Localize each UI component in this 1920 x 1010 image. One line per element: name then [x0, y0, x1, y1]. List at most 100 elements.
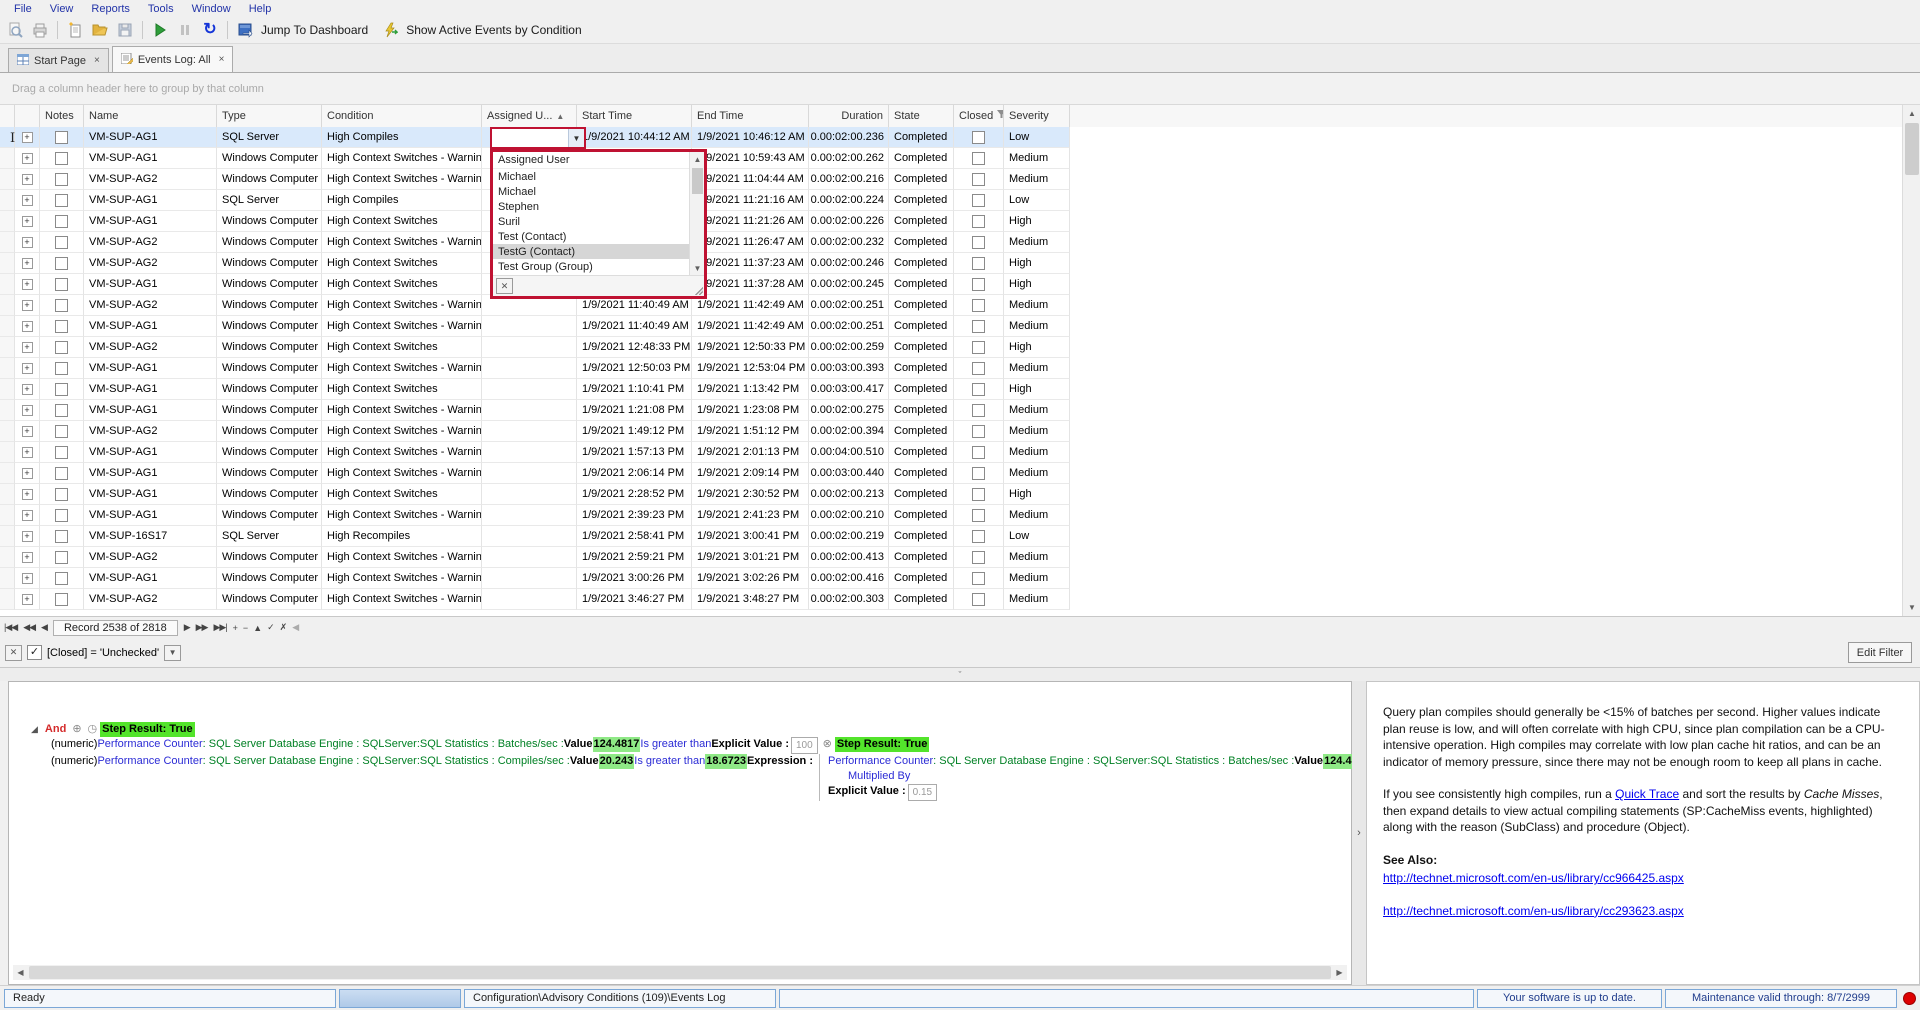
pause-icon[interactable] [174, 19, 196, 41]
expand-row-icon[interactable]: + [22, 237, 33, 248]
expand-row-icon[interactable]: + [22, 405, 33, 416]
closed-checkbox[interactable] [972, 509, 985, 522]
tab-start-page[interactable]: Start Page× [8, 48, 109, 72]
new-file-icon[interactable] [64, 19, 86, 41]
refresh-icon[interactable]: ↻ [199, 19, 221, 41]
next-record-button[interactable]: ▶ [184, 622, 190, 633]
column-header-Duration[interactable]: Duration [809, 105, 889, 127]
dropdown-item[interactable]: Michael [493, 169, 704, 184]
expand-row-icon[interactable]: + [22, 552, 33, 563]
expand-row-icon[interactable]: + [22, 468, 33, 479]
scroll-down-icon[interactable]: ▼ [690, 261, 705, 275]
expand-row-icon[interactable]: + [22, 363, 33, 374]
column-header-State[interactable]: State [889, 105, 954, 127]
edit-filter-button[interactable]: Edit Filter [1848, 642, 1912, 663]
menu-tools[interactable]: Tools [140, 2, 182, 16]
closed-checkbox[interactable] [972, 551, 985, 564]
technet-link-1[interactable]: http://technet.microsoft.com/en-us/libra… [1383, 871, 1684, 885]
close-filter-button[interactable]: ✕ [5, 645, 22, 661]
resize-grip[interactable] [694, 286, 703, 295]
closed-checkbox[interactable] [972, 257, 985, 270]
notes-checkbox[interactable] [55, 299, 68, 312]
table-row[interactable]: +VM-SUP-AG2Windows ComputerHigh Context … [0, 232, 1902, 253]
explicit-value-input[interactable]: 0.15 [908, 784, 937, 801]
menu-file[interactable]: File [6, 2, 40, 16]
expand-row-icon[interactable]: + [22, 132, 33, 143]
column-header-Assigned U...[interactable]: Assigned U...▲ [482, 105, 577, 127]
expand-row-icon[interactable]: + [22, 174, 33, 185]
next-page-button[interactable]: ▶▶ [196, 622, 208, 633]
active-events-lightning-icon[interactable] [379, 19, 401, 41]
close-icon[interactable]: × [219, 54, 225, 65]
table-row[interactable]: +VM-SUP-AG2Windows ComputerHigh Context … [0, 253, 1902, 274]
notes-checkbox[interactable] [55, 404, 68, 417]
notes-checkbox[interactable] [55, 383, 68, 396]
column-header-End Time[interactable]: End Time [692, 105, 809, 127]
play-icon[interactable] [149, 19, 171, 41]
dropdown-item[interactable]: Test (Contact) [493, 229, 704, 244]
scroll-up-icon[interactable]: ▲ [690, 152, 705, 166]
table-row[interactable]: +VM-SUP-AG1Windows ComputerHigh Context … [0, 316, 1902, 337]
table-row[interactable]: +VM-SUP-AG2Windows ComputerHigh Context … [0, 589, 1902, 610]
notes-checkbox[interactable] [55, 341, 68, 354]
closed-checkbox[interactable] [972, 383, 985, 396]
table-row[interactable]: +VM-SUP-AG1Windows ComputerHigh Context … [0, 148, 1902, 169]
table-row[interactable]: +VM-SUP-AG2Windows ComputerHigh Context … [0, 547, 1902, 568]
table-row[interactable]: +VM-SUP-AG1Windows ComputerHigh Context … [0, 442, 1902, 463]
closed-checkbox[interactable] [972, 299, 985, 312]
notes-checkbox[interactable] [55, 257, 68, 270]
menu-window[interactable]: Window [184, 2, 239, 16]
column-header-Closed[interactable]: Closed [954, 105, 1004, 127]
table-row[interactable]: +VM-SUP-AG2Windows ComputerHigh Context … [0, 295, 1902, 316]
cancel-edit-button[interactable]: ✗ [280, 622, 287, 633]
notes-checkbox[interactable] [55, 173, 68, 186]
column-header-Condition[interactable]: Condition [322, 105, 482, 127]
closed-checkbox[interactable] [972, 215, 985, 228]
dropdown-item[interactable]: Suril [493, 214, 704, 229]
condition-horizontal-scrollbar[interactable]: ◀ ▶ [13, 965, 1347, 980]
expand-row-icon[interactable]: + [22, 594, 33, 605]
closed-checkbox[interactable] [972, 488, 985, 501]
table-row[interactable]: +VM-SUP-AG1Windows ComputerHigh Context … [0, 484, 1902, 505]
scroll-right-icon[interactable]: ▶ [1332, 965, 1347, 980]
table-row[interactable]: +VM-SUP-AG1SQL ServerHigh Compiles1/9/20… [0, 190, 1902, 211]
expand-row-icon[interactable]: + [22, 489, 33, 500]
notes-checkbox[interactable] [55, 446, 68, 459]
column-header-indicator[interactable] [0, 105, 15, 127]
table-row[interactable]: +VM-SUP-AG1SQL ServerHigh Compiles1/9/20… [0, 127, 1902, 148]
prev-page-button[interactable]: ◀◀ [23, 622, 35, 633]
horizontal-splitter[interactable]: ˇ [0, 668, 1920, 681]
notes-checkbox[interactable] [55, 488, 68, 501]
dropdown-scrollbar[interactable]: ▲ ▼ [689, 152, 704, 275]
column-header-Type[interactable]: Type [217, 105, 322, 127]
column-header-Start Time[interactable]: Start Time [577, 105, 692, 127]
clear-selection-button[interactable]: ✕ [496, 278, 513, 294]
grid-vertical-scrollbar[interactable]: ▲ ▼ [1902, 105, 1920, 616]
expand-row-icon[interactable]: + [22, 510, 33, 521]
notes-checkbox[interactable] [55, 278, 68, 291]
notes-checkbox[interactable] [55, 467, 68, 480]
notes-checkbox[interactable] [55, 194, 68, 207]
closed-checkbox[interactable] [972, 341, 985, 354]
closed-checkbox[interactable] [972, 152, 985, 165]
scroll-left-icon[interactable]: ◀ [13, 965, 28, 980]
notes-checkbox[interactable] [55, 152, 68, 165]
closed-checkbox[interactable] [972, 278, 985, 291]
scroll-thumb[interactable] [1905, 123, 1919, 175]
table-row[interactable]: +VM-SUP-AG1Windows ComputerHigh Context … [0, 400, 1902, 421]
table-row[interactable]: +VM-SUP-AG2Windows ComputerHigh Context … [0, 169, 1902, 190]
append-button[interactable]: + [233, 623, 237, 633]
notes-checkbox[interactable] [55, 509, 68, 522]
notes-checkbox[interactable] [55, 320, 68, 333]
table-row[interactable]: +VM-SUP-AG2Windows ComputerHigh Context … [0, 337, 1902, 358]
notes-checkbox[interactable] [55, 215, 68, 228]
closed-checkbox[interactable] [972, 572, 985, 585]
jump-to-dashboard-icon[interactable] [234, 19, 256, 41]
jump-to-dashboard-label[interactable]: Jump To Dashboard [261, 23, 368, 37]
print-preview-icon[interactable] [4, 19, 26, 41]
expand-row-icon[interactable]: + [22, 321, 33, 332]
table-row[interactable]: +VM-SUP-AG1Windows ComputerHigh Context … [0, 379, 1902, 400]
closed-checkbox[interactable] [972, 173, 985, 186]
menu-help[interactable]: Help [241, 2, 280, 16]
closed-checkbox[interactable] [972, 131, 985, 144]
